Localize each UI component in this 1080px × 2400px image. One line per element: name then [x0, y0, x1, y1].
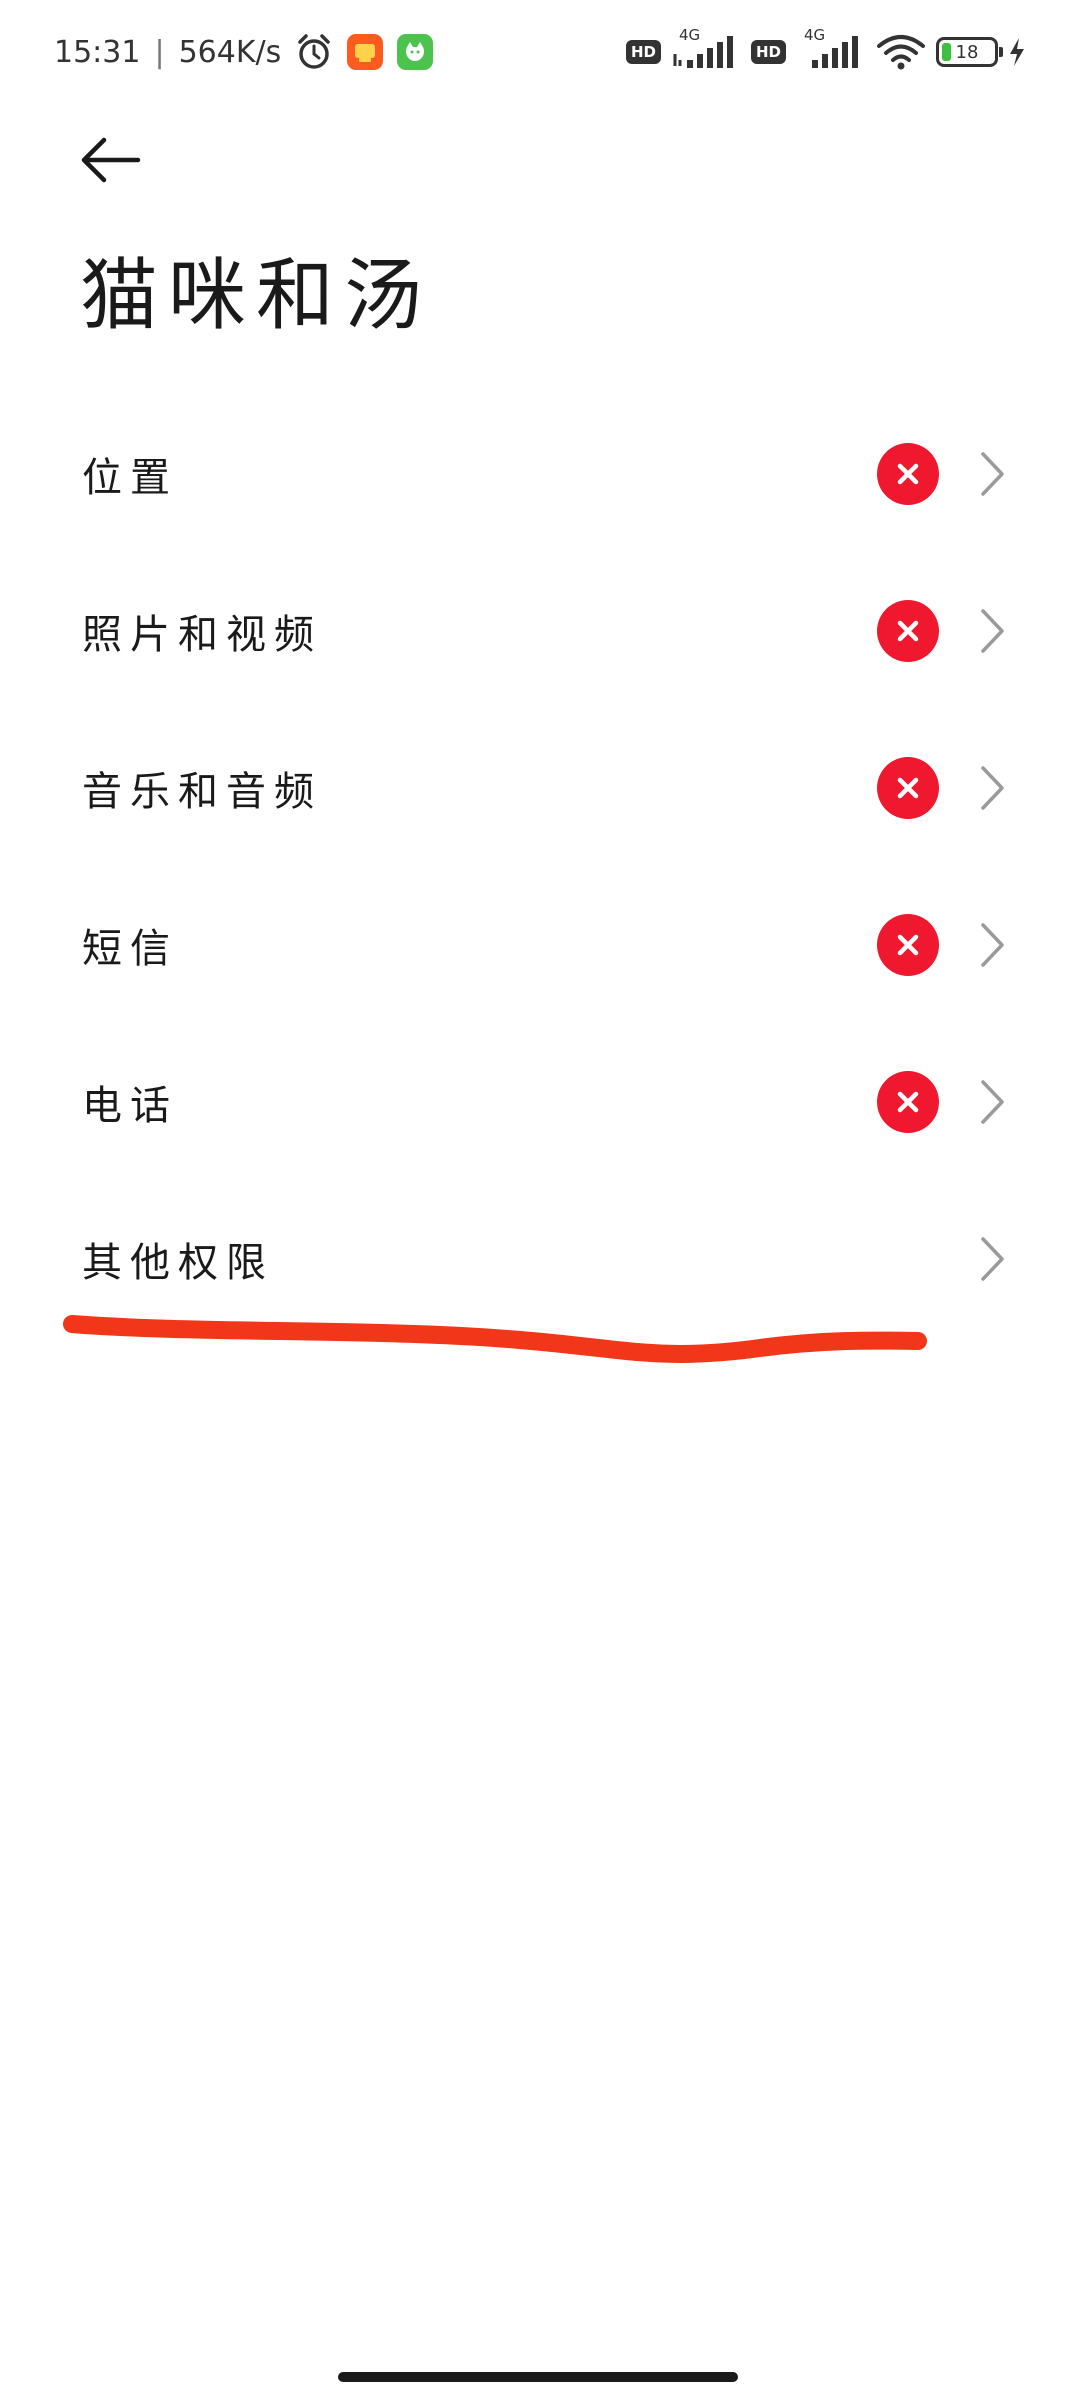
denied-icon	[877, 913, 939, 976]
cat-app-icon	[397, 34, 434, 70]
permission-item-location[interactable]: 位置	[0, 395, 1080, 552]
permission-label: 短信	[82, 925, 178, 972]
home-indicator[interactable]	[338, 2372, 738, 2382]
permission-item-phone[interactable]: 电话	[0, 1023, 1080, 1180]
permission-list: 位置 照片和视频 音乐和音频 短信 电话 其他权限	[0, 395, 1080, 1337]
back-button[interactable]	[70, 120, 150, 200]
denied-icon	[877, 756, 939, 819]
permission-item-photos-videos[interactable]: 照片和视频	[0, 552, 1080, 709]
chevron-right-icon	[978, 450, 1006, 498]
denied-icon	[877, 1070, 939, 1133]
permission-label: 位置	[82, 454, 178, 501]
chevron-right-icon	[978, 1078, 1006, 1126]
chevron-right-icon	[978, 921, 1006, 969]
permission-label: 电话	[82, 1082, 178, 1129]
denied-icon	[877, 442, 939, 505]
battery-level: 18	[955, 41, 979, 63]
status-time: 15:31	[54, 34, 141, 70]
signal-icon-2: 4G	[796, 26, 866, 72]
denied-icon	[877, 599, 939, 662]
status-bar-right: HD 4G HD 4G 18	[625, 26, 1026, 78]
taobao-app-icon	[347, 34, 384, 70]
permission-label: 音乐和音频	[82, 768, 322, 815]
status-bar-left: 15:31 | 564K/s	[54, 26, 434, 78]
alarm-icon	[295, 33, 333, 71]
chevron-right-icon	[978, 607, 1006, 655]
permission-label: 照片和视频	[82, 611, 322, 658]
permission-item-music-audio[interactable]: 音乐和音频	[0, 709, 1080, 866]
status-bar: 15:31 | 564K/s HD 4G HD 4G 18	[0, 0, 1080, 104]
status-separator: |	[154, 34, 165, 70]
page-title: 猫咪和汤	[80, 251, 433, 341]
battery-fill	[942, 43, 951, 61]
battery-icon: 18	[936, 37, 1003, 67]
permission-label: 其他权限	[82, 1239, 274, 1286]
charging-icon	[1008, 37, 1026, 67]
signal-icon: 4G	[671, 26, 741, 72]
back-arrow-icon	[81, 137, 141, 183]
hd-badge-2: HD	[750, 40, 786, 64]
permission-item-other[interactable]: 其他权限	[0, 1180, 1080, 1337]
chevron-right-icon	[978, 1235, 1006, 1283]
hd-badge: HD	[625, 40, 661, 64]
wifi-icon	[876, 32, 926, 72]
status-net-speed: 564K/s	[178, 34, 282, 70]
permission-item-sms[interactable]: 短信	[0, 866, 1080, 1023]
chevron-right-icon	[978, 764, 1006, 812]
